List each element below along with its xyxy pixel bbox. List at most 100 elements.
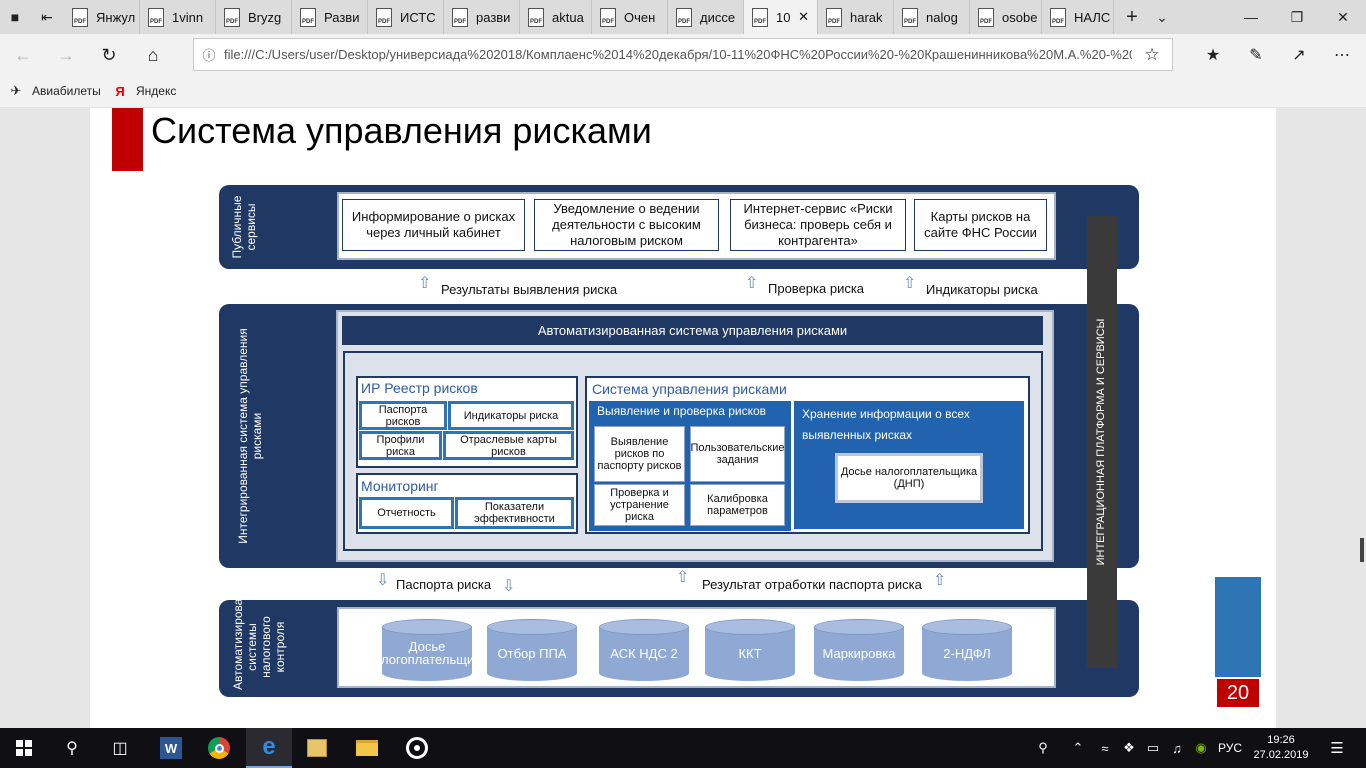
database-cylinder: Досье налогоплательщика bbox=[366, 619, 488, 681]
url-text[interactable]: file:///C:/Users/user/Desktop/универсиад… bbox=[224, 47, 1132, 62]
arrow-up-icon: ⇧ bbox=[903, 275, 917, 292]
service-box: Уведомление о ведении деятельности с выс… bbox=[534, 199, 719, 251]
search-icon[interactable]: ⚲ bbox=[48, 728, 96, 768]
nvidia-icon[interactable]: ◉ bbox=[1190, 728, 1212, 768]
pdf-icon: PDF bbox=[600, 7, 616, 27]
file-manager-icon[interactable] bbox=[294, 728, 340, 768]
registry-cell: Профили риска bbox=[359, 431, 442, 460]
browser-tab-active[interactable]: PDF 10 ✕ bbox=[744, 0, 818, 34]
favorite-star-icon[interactable]: ☆ bbox=[1132, 45, 1172, 65]
edge-icon[interactable]: e bbox=[246, 728, 292, 768]
browser-tab[interactable]: PDF osobe bbox=[970, 0, 1042, 34]
page-number-block: 20 bbox=[1215, 577, 1261, 709]
dropbox-icon[interactable]: ❖ bbox=[1118, 728, 1140, 768]
chrome-icon[interactable] bbox=[196, 728, 242, 768]
start-icon[interactable] bbox=[0, 728, 48, 768]
favorites-hub-icon[interactable]: ★ bbox=[1196, 38, 1230, 72]
tab-title: 1vinn bbox=[172, 9, 204, 25]
forward-arrow-icon[interactable]: → bbox=[49, 38, 83, 72]
database-label: ККТ bbox=[738, 645, 762, 661]
people-icon[interactable]: ⚲ bbox=[1032, 728, 1054, 768]
favorite-label: Авиабилеты bbox=[32, 84, 101, 98]
tab-title: диссе bbox=[700, 9, 736, 25]
more-icon[interactable]: ⋯ bbox=[1325, 38, 1359, 72]
volume-icon[interactable]: ♫ bbox=[1166, 728, 1188, 768]
tab-title: ИСТС bbox=[400, 9, 436, 25]
browser-tab[interactable]: PDF nalog bbox=[894, 0, 970, 34]
registry-cell: Индикаторы риска bbox=[448, 401, 574, 430]
database-label: Досье налогоплательщика bbox=[366, 639, 488, 667]
browser-tab[interactable]: PDF НАЛС bbox=[1042, 0, 1114, 34]
registry-cell: Паспорта рисков bbox=[359, 401, 447, 430]
restore-icon[interactable]: ❐ bbox=[1274, 0, 1320, 34]
browser-tab[interactable]: PDF разви bbox=[444, 0, 520, 34]
browser-tab[interactable]: PDF 1vinn bbox=[140, 0, 216, 34]
favorite-link[interactable]: ✈ Авиабилеты bbox=[8, 83, 101, 99]
arrow-label: Результат отработки паспорта риска bbox=[702, 577, 922, 592]
info-icon[interactable]: ⓘ bbox=[194, 45, 224, 64]
pdf-icon: PDF bbox=[826, 7, 842, 27]
browser-tab[interactable]: PDF Очен bbox=[592, 0, 668, 34]
favorites-bar: ✈ Авиабилеты Я Яндекс bbox=[0, 76, 1366, 108]
tab-title: osobe bbox=[1002, 9, 1038, 25]
pdf-icon: PDF bbox=[1050, 7, 1066, 27]
new-tab-icon[interactable]: + bbox=[1117, 0, 1147, 34]
battery-icon[interactable]: ▭ bbox=[1142, 728, 1164, 768]
tab-actions-icon[interactable]: ■ bbox=[0, 0, 30, 34]
arrow-down-icon: ⇩ bbox=[502, 578, 516, 595]
pdf-icon: PDF bbox=[376, 7, 392, 27]
set-aside-tabs-icon[interactable]: ⇤ bbox=[32, 0, 62, 34]
risk-registry-title: ИР Реестр рисков bbox=[361, 380, 478, 396]
pdf-icon: PDF bbox=[752, 7, 768, 27]
address-bar[interactable]: ⓘ file:///C:/Users/user/Desktop/универси… bbox=[193, 38, 1173, 71]
wifi-icon[interactable]: ≈ bbox=[1094, 728, 1116, 768]
refresh-icon[interactable]: ↻ bbox=[92, 38, 126, 72]
database-cylinder: Маркировка bbox=[814, 619, 904, 681]
integrated-system-label: Интегрированная система управления риска… bbox=[236, 328, 264, 544]
arrow-label: Результаты выявления риска bbox=[441, 282, 618, 297]
storage-title: Хранение информации о всех выявленных ри… bbox=[802, 407, 970, 442]
minimize-icon[interactable]: — bbox=[1228, 0, 1274, 34]
tab-title: aktua bbox=[552, 9, 584, 25]
browser-tab[interactable]: PDF aktua bbox=[520, 0, 592, 34]
browser-tab[interactable]: PDF Янжул bbox=[64, 0, 140, 34]
chevron-up-icon[interactable]: ⌃ bbox=[1068, 728, 1088, 768]
media-icon[interactable] bbox=[394, 728, 440, 768]
favorite-label: Яндекс bbox=[136, 84, 177, 98]
notifications-icon[interactable]: ☰ bbox=[1322, 728, 1352, 768]
tab-strip: ■ ⇤ PDF Янжул PDF 1vinn PDF Bryzg PDF Разви … bbox=[0, 0, 1366, 34]
control-systems-label: Автоматизированные системы налогового ко… bbox=[231, 569, 287, 690]
pdf-icon: PDF bbox=[224, 7, 240, 27]
browser-tab[interactable]: PDF ИСТС bbox=[368, 0, 444, 34]
chevron-down-icon[interactable]: ⌄ bbox=[1147, 0, 1177, 34]
explorer-icon[interactable] bbox=[344, 728, 390, 768]
home-icon[interactable]: ⌂ bbox=[136, 38, 170, 72]
monitoring-cell: Показатели эффективности bbox=[455, 497, 574, 529]
tab-title: 10 bbox=[776, 9, 791, 25]
arrow-up-icon: ⇧ bbox=[745, 275, 759, 292]
language-indicator[interactable]: РУС bbox=[1214, 728, 1246, 768]
window-close-icon[interactable]: ✕ bbox=[1320, 0, 1366, 34]
scrollbar-thumb[interactable] bbox=[1360, 538, 1364, 562]
tab-title: Разви bbox=[324, 9, 360, 25]
pdf-icon: PDF bbox=[528, 7, 544, 27]
database-label: Отбор ППА bbox=[497, 645, 567, 661]
browser-tab[interactable]: PDF диссе bbox=[668, 0, 744, 34]
browser-tab[interactable]: PDF Разви bbox=[292, 0, 368, 34]
browser-tab[interactable]: PDF Bryzg bbox=[216, 0, 292, 34]
clock[interactable]: 19:26 27.02.2019 bbox=[1250, 728, 1312, 768]
word-icon[interactable]: W bbox=[148, 728, 194, 768]
service-box: Интернет-сервис «Риски бизнеса: проверь … bbox=[730, 199, 906, 251]
share-icon[interactable]: ↗ bbox=[1282, 38, 1316, 72]
pen-icon[interactable]: ✎ bbox=[1239, 38, 1273, 72]
public-services-label: Публичные сервисы bbox=[230, 195, 258, 259]
pdf-icon: PDF bbox=[148, 7, 164, 27]
close-tab-icon[interactable]: ✕ bbox=[798, 9, 809, 25]
arrow-down-icon: ⇩ bbox=[376, 572, 390, 589]
favorite-link[interactable]: Я Яндекс bbox=[112, 83, 176, 99]
browser-tab[interactable]: PDF harak bbox=[818, 0, 894, 34]
detection-cell: Проверка и устранение риска bbox=[594, 484, 685, 526]
taskbar: ⚲ ◫ W e ⚲ ⌃ ≈ ❖ ▭ ♫ ◉ РУС 19:26 27.02.20… bbox=[0, 728, 1366, 768]
task-view-icon[interactable]: ◫ bbox=[96, 728, 144, 768]
back-arrow-icon[interactable]: ← bbox=[6, 38, 40, 72]
